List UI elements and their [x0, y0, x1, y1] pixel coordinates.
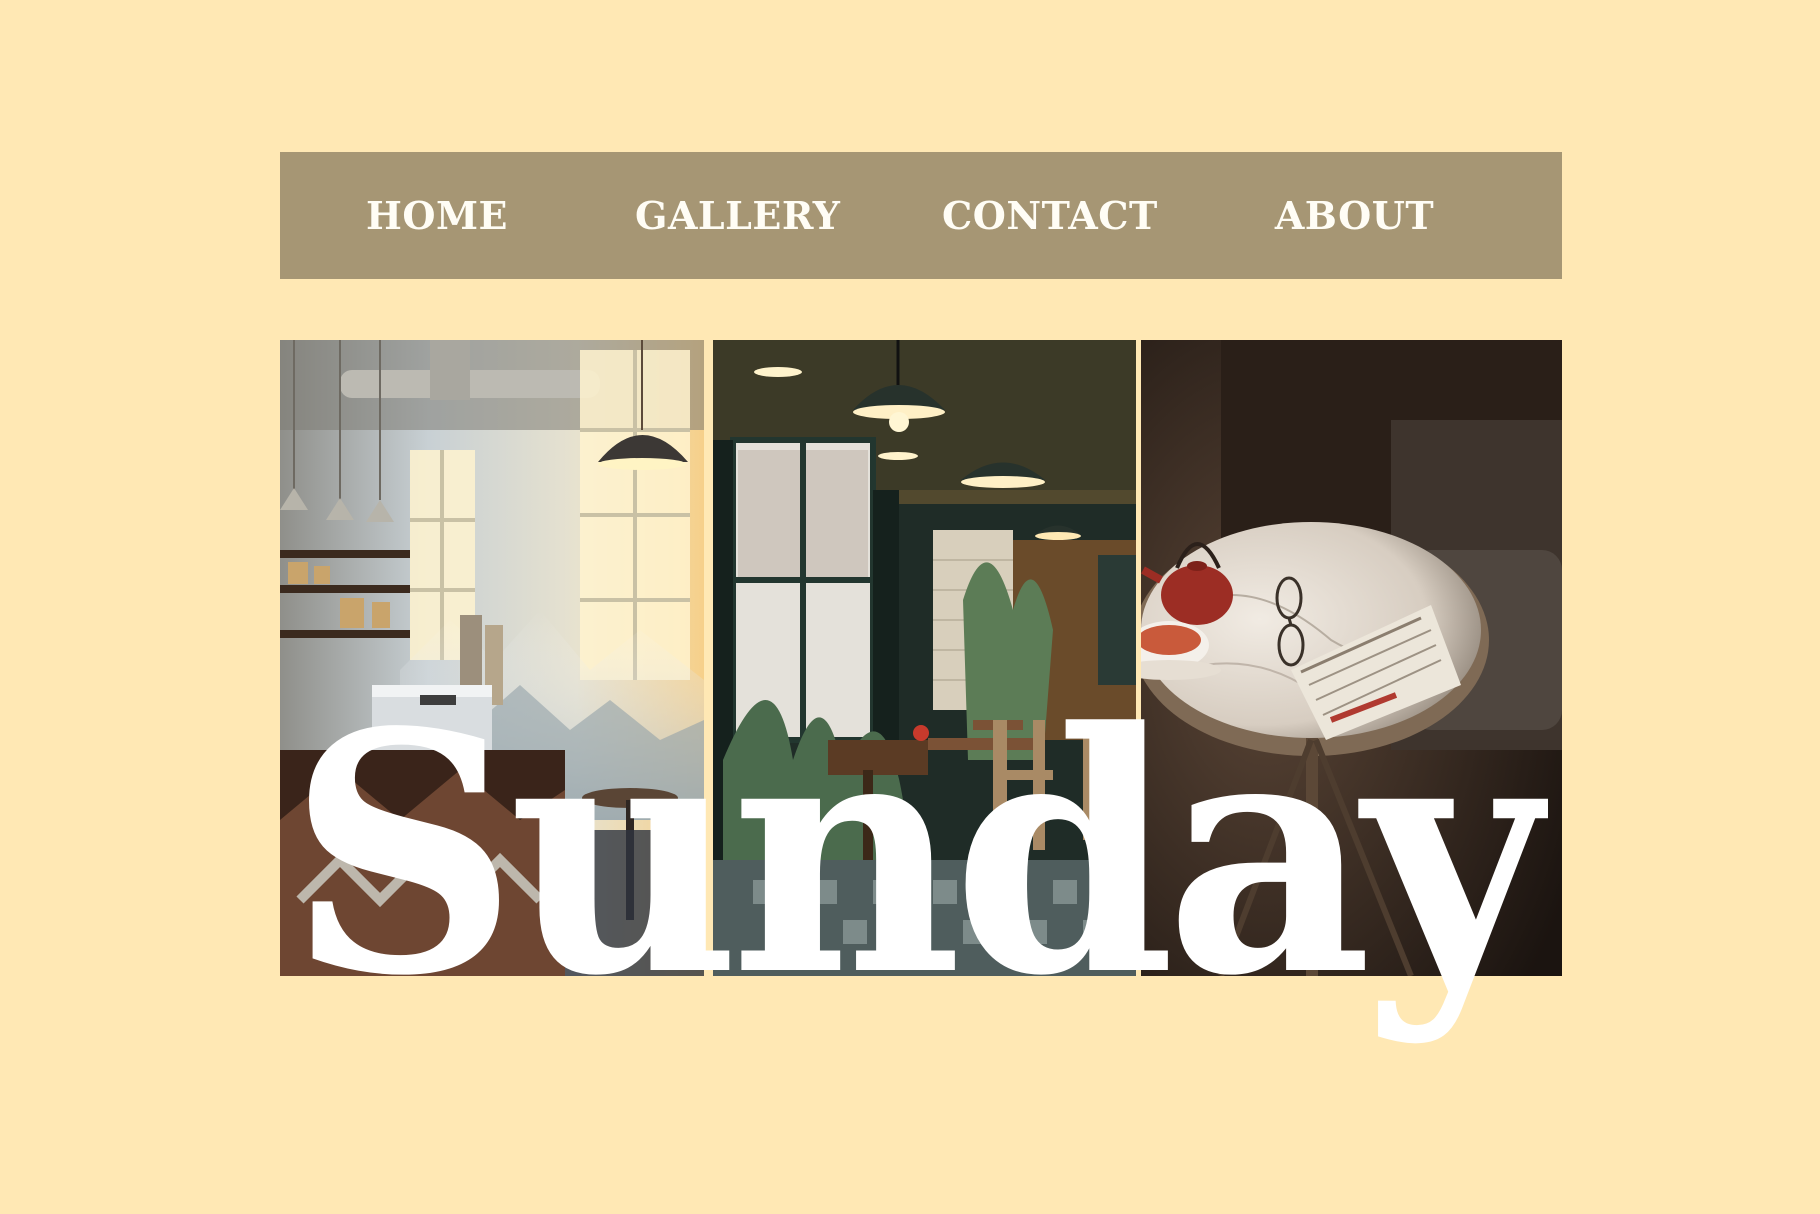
gallery-photo-cafe-counter	[280, 340, 704, 976]
cafe-dining-illustration	[713, 340, 1136, 976]
main-nav: HOME GALLERY CONTACT ABOUT	[280, 152, 1562, 279]
gallery-photo-tea-table	[1141, 340, 1562, 976]
nav-about-link[interactable]: ABOUT	[1262, 152, 1447, 279]
nav-contact-link[interactable]: CONTACT	[942, 152, 1157, 279]
gallery-photo-cafe-dining	[713, 340, 1136, 976]
cafe-counter-illustration	[280, 340, 704, 976]
nav-gallery-link[interactable]: GALLERY	[635, 152, 840, 279]
tea-table-illustration	[1141, 340, 1562, 976]
nav-home-link[interactable]: HOME	[328, 152, 546, 279]
